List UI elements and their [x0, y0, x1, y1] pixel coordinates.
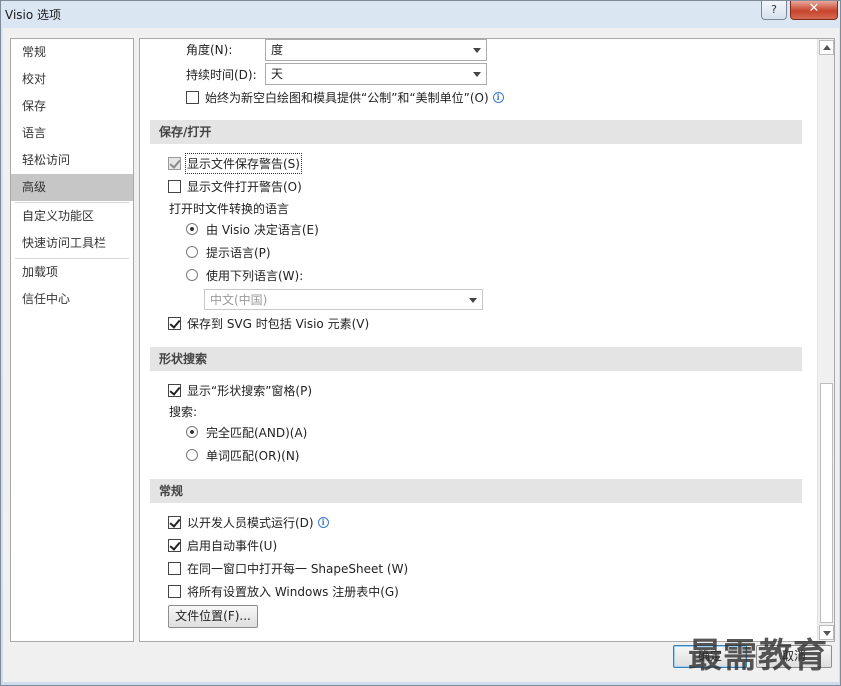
scroll-thumb[interactable] [820, 383, 833, 623]
radio-use-row[interactable]: 使用下列语言(W): [186, 265, 303, 285]
vertical-scrollbar[interactable] [817, 39, 834, 641]
nav-item-save[interactable]: 保存 [11, 93, 133, 120]
show-save-warning-label: 显示文件保存警告(S) [185, 152, 302, 174]
shapesheet-row[interactable]: 在同一窗口中打开每一 ShapeSheet (W) [168, 558, 408, 578]
shapesheet-label: 在同一窗口中打开每一 ShapeSheet (W) [187, 561, 409, 576]
file-locations-button[interactable]: 文件位置(F)... [168, 605, 258, 628]
nav-item-proofing[interactable]: 校对 [11, 66, 133, 93]
search-label-row: 搜索: [169, 401, 197, 421]
convert-language-label: 打开时文件转换的语言 [169, 201, 290, 216]
dev-mode-row[interactable]: 以开发人员模式运行(D) i [168, 512, 329, 532]
radio-prompt-row[interactable]: 提示语言(P) [186, 242, 271, 262]
nav-item-add-ins[interactable]: 加载项 [11, 259, 133, 286]
radio-match-any[interactable] [186, 449, 198, 461]
show-open-warning-checkbox[interactable] [168, 179, 181, 193]
dialog-client: 常规 校对 保存 语言 轻松访问 高级 自定义功能区 快速访问工具栏 加载项 信… [3, 28, 839, 682]
radio-match-all-label: 完全匹配(AND)(A) [206, 425, 308, 440]
angle-select-value: 度 [271, 43, 284, 57]
convert-language-row: 打开时文件转换的语言 [169, 198, 289, 218]
radio-visio-row[interactable]: 由 Visio 决定语言(E) [186, 219, 319, 239]
show-shape-search-row[interactable]: 显示“形状搜索”窗格(P) [168, 380, 312, 400]
nav-item-quick-access-toolbar[interactable]: 快速访问工具栏 [11, 230, 133, 257]
info-icon: i [317, 516, 329, 528]
always-units-row[interactable]: 始终为新空白绘图和模具提供“公制”和“美制单位”(O) i [186, 87, 504, 107]
dev-mode-label: 以开发人员模式运行(D) [187, 515, 314, 530]
nav-item-accessibility[interactable]: 轻松访问 [11, 147, 133, 174]
duration-label: 持续时间(D): [186, 67, 257, 82]
svg-checkbox[interactable] [168, 316, 181, 330]
auto-events-checkbox[interactable] [168, 538, 181, 552]
advanced-options-panel: 角度(N): 度 持续时间(D): 天 始终为新空白绘图和模具提供“公制”和“美… [139, 38, 835, 642]
watermark-logo: 最需教育 [688, 636, 828, 676]
chevron-down-icon [473, 48, 481, 53]
registry-row[interactable]: 将所有设置放入 Windows 注册表中(G) [168, 581, 399, 601]
duration-row: 持续时间(D): [186, 64, 257, 84]
nav-item-language[interactable]: 语言 [11, 120, 133, 147]
radio-all-row[interactable]: 完全匹配(AND)(A) [186, 422, 307, 442]
show-open-warning-label: 显示文件打开警告(O) [187, 179, 302, 194]
nav-item-advanced[interactable]: 高级 [11, 174, 133, 201]
help-button[interactable]: ? [761, 1, 787, 20]
radio-prompt-language[interactable] [186, 246, 198, 258]
shapesheet-checkbox[interactable] [168, 561, 181, 575]
dev-mode-checkbox[interactable] [168, 515, 181, 529]
radio-use-label: 使用下列语言(W): [206, 268, 304, 283]
radio-visio-label: 由 Visio 决定语言(E) [206, 222, 319, 237]
registry-checkbox[interactable] [168, 584, 181, 598]
always-units-checkbox[interactable] [186, 90, 199, 104]
svg-label: 保存到 SVG 时包括 Visio 元素(V) [187, 316, 370, 331]
category-nav: 常规 校对 保存 语言 轻松访问 高级 自定义功能区 快速访问工具栏 加载项 信… [10, 38, 134, 642]
show-shape-search-label: 显示“形状搜索”窗格(P) [187, 383, 313, 398]
radio-any-row[interactable]: 单词匹配(OR)(N) [186, 445, 300, 465]
radio-visio-language[interactable] [186, 223, 198, 235]
section-header-save-open: 保存/打开 [150, 120, 802, 144]
angle-label: 角度(N): [186, 42, 233, 57]
radio-use-language[interactable] [186, 269, 198, 281]
show-shape-search-checkbox[interactable] [168, 383, 181, 397]
radio-prompt-label: 提示语言(P) [206, 245, 271, 260]
duration-select[interactable]: 天 [265, 63, 487, 85]
angle-row: 角度(N): [186, 39, 232, 59]
show-save-warning-row[interactable]: 显示文件保存警告(S) [168, 152, 302, 174]
close-button[interactable]: ✕ [790, 1, 838, 20]
title-bar: Visio 选项 ? ✕ [1, 1, 841, 27]
radio-match-any-label: 单词匹配(OR)(N) [206, 448, 300, 463]
angle-select[interactable]: 度 [265, 39, 487, 61]
search-label: 搜索: [169, 404, 198, 419]
nav-item-customize-ribbon[interactable]: 自定义功能区 [11, 203, 133, 230]
radio-match-all[interactable] [186, 426, 198, 438]
registry-label: 将所有设置放入 Windows 注册表中(G) [187, 584, 399, 599]
section-header-shape-search: 形状搜索 [150, 347, 802, 371]
auto-events-label: 启用自动事件(U) [187, 538, 278, 553]
nav-item-general[interactable]: 常规 [11, 39, 133, 66]
section-header-general: 常规 [150, 479, 802, 503]
show-save-warning-checkbox[interactable] [168, 156, 181, 170]
info-icon: i [492, 91, 504, 103]
show-open-warning-row[interactable]: 显示文件打开警告(O) [168, 176, 302, 196]
window-title: Visio 选项 [5, 8, 62, 22]
language-select-value: 中文(中国) [210, 293, 268, 307]
options-dialog: Visio 选项 ? ✕ 常规 校对 保存 语言 轻松访问 高级 自定义功能区 … [0, 0, 841, 686]
svg-row[interactable]: 保存到 SVG 时包括 Visio 元素(V) [168, 313, 369, 333]
nav-item-trust-center[interactable]: 信任中心 [11, 286, 133, 313]
language-select[interactable]: 中文(中国) [204, 289, 483, 310]
chevron-down-icon [469, 298, 477, 303]
chevron-down-icon [473, 72, 481, 77]
always-units-label: 始终为新空白绘图和模具提供“公制”和“美制单位”(O) [205, 90, 489, 105]
duration-select-value: 天 [271, 67, 284, 81]
scroll-up-button[interactable] [819, 40, 834, 55]
auto-events-row[interactable]: 启用自动事件(U) [168, 535, 277, 555]
